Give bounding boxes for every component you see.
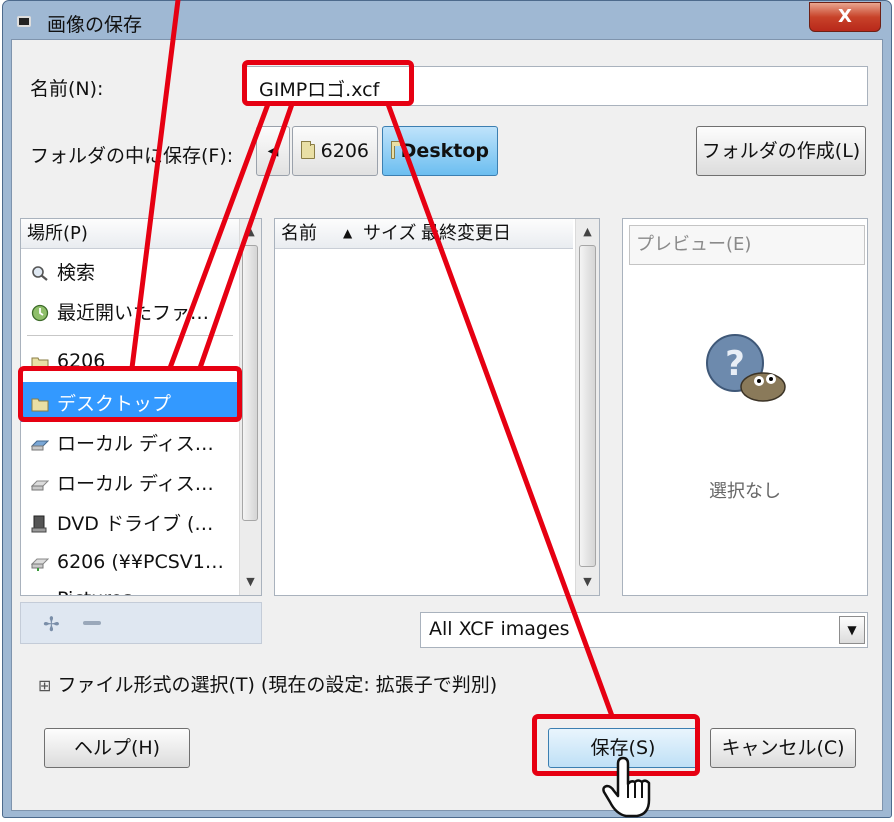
network-drive-icon bbox=[30, 555, 50, 571]
places-panel: 場所(P) 検索 最近開いたファ… 6206 デスクトップ ローカル ディス… … bbox=[20, 218, 262, 596]
places-header[interactable]: 場所(P) bbox=[21, 219, 239, 249]
column-size[interactable]: サイズ bbox=[363, 219, 416, 248]
bookmark-toolbar: ✢ bbox=[20, 602, 262, 644]
help-button[interactable]: ヘルプ(H) bbox=[44, 728, 190, 768]
file-type-filter-value: All XCF images bbox=[429, 618, 570, 640]
filename-input[interactable]: GIMPロゴ.xcf bbox=[246, 66, 868, 106]
file-list-header: 名前 ▲ サイズ 最終変更日 bbox=[275, 219, 573, 249]
file-type-label: ファイル形式の選択(T) (現在の設定: 拡張子で判別) bbox=[57, 674, 498, 696]
places-item-local-disk-2[interactable]: ローカル ディス… bbox=[21, 462, 237, 502]
file-type-filter-select[interactable]: All XCF images ▼ bbox=[420, 612, 868, 648]
recent-icon bbox=[31, 304, 49, 321]
breadcrumb-desktop[interactable]: Desktop bbox=[382, 126, 498, 176]
svg-text:?: ? bbox=[725, 344, 745, 384]
places-scrollbar[interactable]: ▲ ▼ bbox=[239, 219, 261, 595]
places-item-label: ローカル ディス… bbox=[57, 432, 214, 455]
title-bar[interactable]: 画像の保存 X bbox=[3, 1, 891, 41]
save-in-folder-label: フォルダの中に保存(F): bbox=[30, 145, 234, 167]
file-type-expander[interactable]: ⊞ ファイル形式の選択(T) (現在の設定: 拡張子で判別) bbox=[38, 670, 497, 697]
hand-pointer-icon bbox=[600, 756, 660, 820]
places-item-label: Pictures bbox=[57, 588, 132, 595]
places-item-6206[interactable]: 6206 bbox=[21, 341, 237, 381]
column-name[interactable]: 名前 bbox=[281, 219, 317, 248]
places-item-desktop[interactable]: デスクトップ bbox=[21, 382, 237, 422]
places-item-search[interactable]: 検索 bbox=[21, 251, 237, 291]
places-item-network-drive[interactable]: 6206 (¥¥PCSV1… bbox=[21, 542, 237, 582]
path-back-button[interactable]: ◀ bbox=[256, 126, 290, 176]
places-item-label: 最近開いたファ… bbox=[57, 301, 210, 324]
places-item-label: 6206 bbox=[57, 350, 106, 372]
chevron-down-icon[interactable]: ▼ bbox=[839, 616, 865, 644]
preview-panel: プレビュー(E) ? 選択なし bbox=[622, 218, 868, 596]
gimp-unknown-preview-icon: ? bbox=[701, 329, 791, 409]
drive-icon bbox=[30, 435, 50, 450]
file-list-scroll-thumb[interactable] bbox=[579, 245, 596, 567]
drive-icon bbox=[30, 475, 50, 490]
window-title: 画像の保存 bbox=[47, 14, 143, 36]
folder-icon bbox=[31, 395, 49, 411]
scroll-down-icon[interactable]: ▼ bbox=[576, 571, 599, 593]
dialog-body: 名前(N): GIMPロゴ.xcf フォルダの中に保存(F): ◀ 6206 D… bbox=[11, 39, 883, 811]
places-item-label: DVD ドライブ (… bbox=[57, 512, 214, 535]
file-list-scrollbar[interactable]: ▲ ▼ bbox=[575, 219, 599, 595]
dvd-icon bbox=[31, 515, 49, 532]
places-item-label: 6206 (¥¥PCSV1… bbox=[57, 551, 224, 573]
preview-empty-text: 選択なし bbox=[709, 481, 781, 502]
breadcrumb-label: Desktop bbox=[400, 140, 489, 162]
places-item-local-disk-1[interactable]: ローカル ディス… bbox=[21, 422, 237, 462]
add-bookmark-icon[interactable]: ✢ bbox=[43, 612, 60, 636]
breadcrumb-6206[interactable]: 6206 bbox=[292, 126, 378, 176]
cancel-button[interactable]: キャンセル(C) bbox=[710, 728, 856, 768]
scroll-down-icon[interactable]: ▼ bbox=[240, 571, 261, 593]
name-label: 名前(N): bbox=[30, 78, 104, 100]
expander-plus-icon: ⊞ bbox=[38, 676, 52, 695]
places-item-dvd[interactable]: DVD ドライブ (… bbox=[21, 502, 237, 542]
places-item-recent[interactable]: 最近開いたファ… bbox=[21, 291, 237, 331]
folder-icon bbox=[301, 140, 315, 159]
app-icon bbox=[17, 16, 31, 27]
places-item-label: デスクトップ bbox=[57, 392, 172, 415]
preview-label: プレビュー(E) bbox=[629, 225, 865, 265]
column-modified[interactable]: 最終変更日 bbox=[421, 219, 511, 248]
scroll-up-icon[interactable]: ▲ bbox=[576, 221, 599, 243]
search-icon bbox=[31, 264, 49, 281]
places-separator bbox=[27, 335, 233, 336]
remove-bookmark-icon[interactable] bbox=[83, 621, 101, 625]
save-image-dialog: 画像の保存 X 名前(N): GIMPロゴ.xcf フォルダの中に保存(F): … bbox=[2, 0, 892, 818]
scroll-up-icon[interactable]: ▲ bbox=[240, 221, 261, 243]
sort-ascending-icon: ▲ bbox=[343, 226, 353, 240]
folder-icon bbox=[31, 354, 49, 370]
places-item-pictures[interactable]: Pictures bbox=[21, 579, 237, 596]
file-list-panel: 名前 ▲ サイズ 最終変更日 ▲ ▼ bbox=[274, 218, 600, 596]
breadcrumb-label: 6206 bbox=[320, 140, 369, 162]
folder-icon bbox=[31, 592, 49, 596]
close-button[interactable]: X bbox=[809, 2, 881, 32]
places-item-label: ローカル ディス… bbox=[57, 472, 214, 495]
places-scroll-thumb[interactable] bbox=[242, 245, 258, 521]
create-folder-button[interactable]: フォルダの作成(L) bbox=[696, 126, 866, 176]
folder-icon bbox=[391, 140, 401, 159]
places-item-label: 検索 bbox=[57, 261, 96, 284]
